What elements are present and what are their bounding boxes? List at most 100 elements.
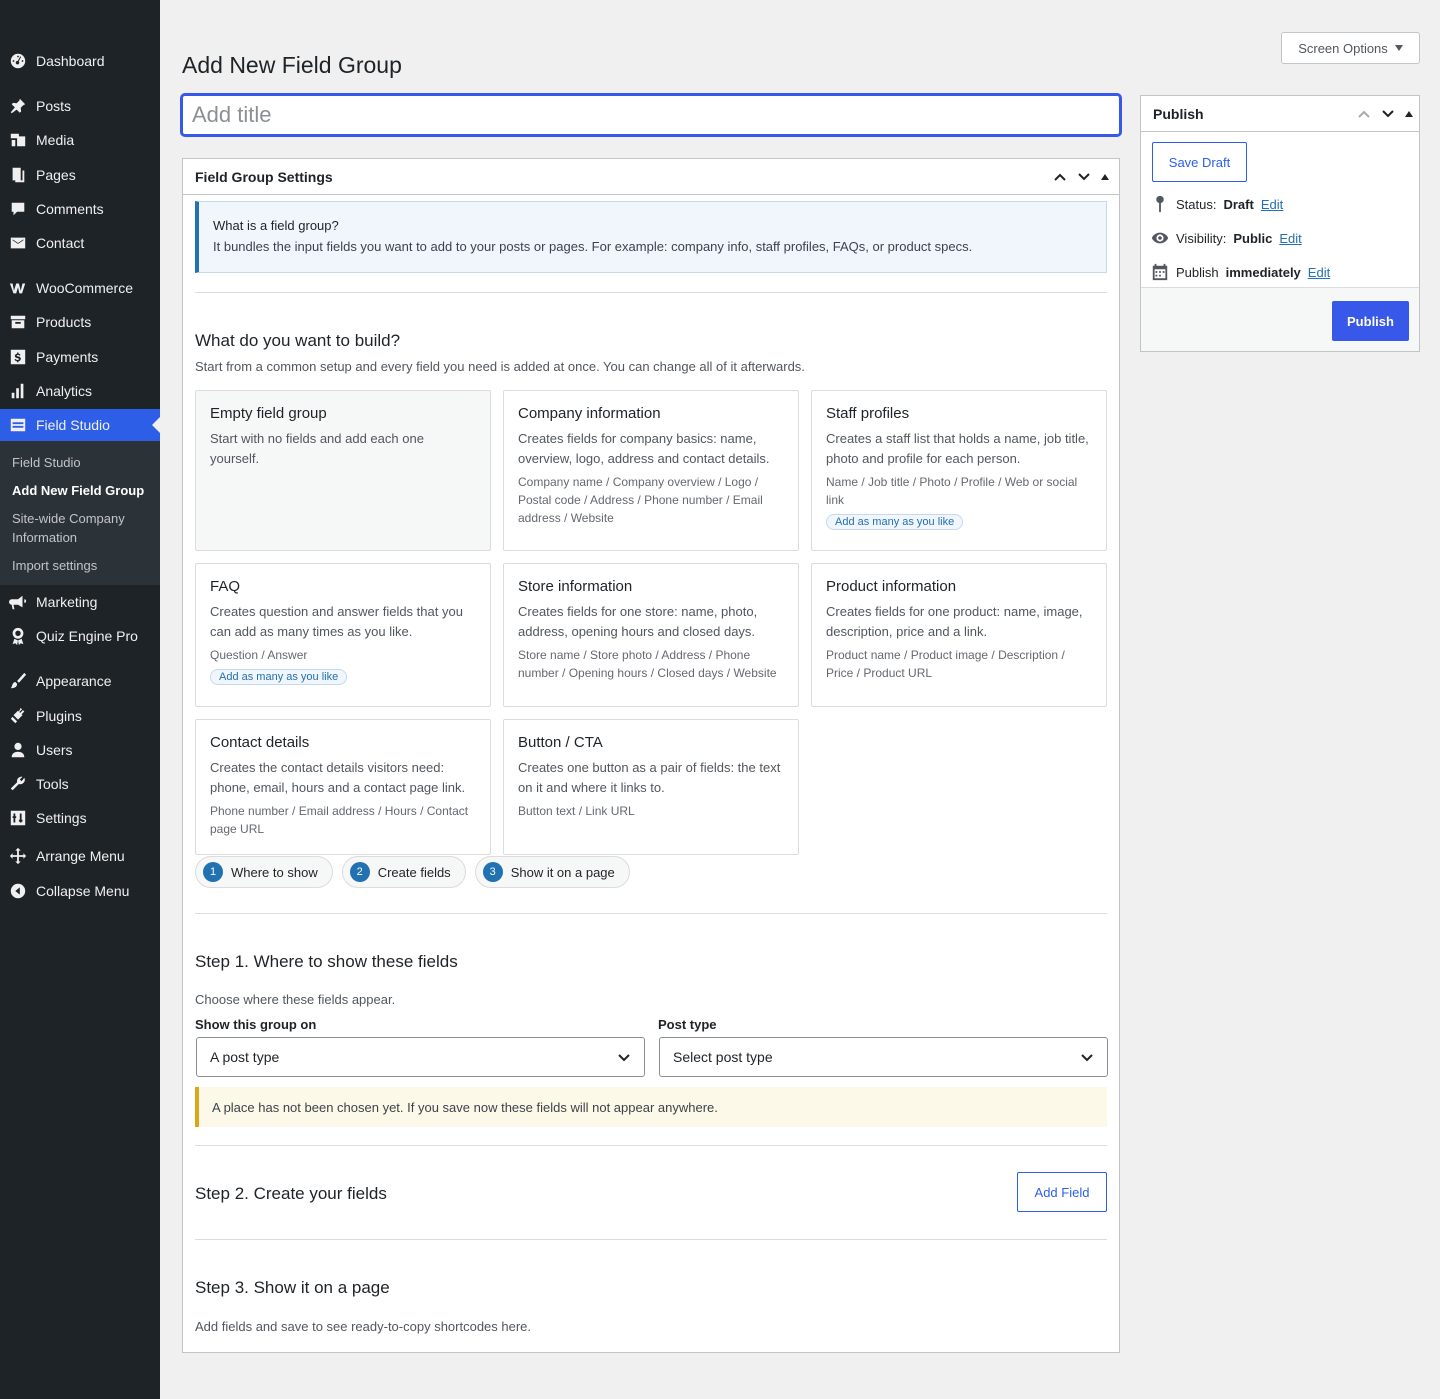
eye-icon	[1151, 232, 1169, 244]
sidebar-item-comments[interactable]: Comments	[0, 194, 160, 224]
chevron-up-icon[interactable]	[1051, 168, 1069, 186]
add-field-button[interactable]: Add Field	[1017, 1172, 1107, 1212]
screen-options-button[interactable]: Screen Options	[1281, 32, 1420, 64]
pin-icon	[0, 96, 36, 116]
publish-button[interactable]: Publish	[1332, 301, 1409, 341]
megaphone-icon	[0, 592, 36, 612]
sidebar-item-pages[interactable]: Pages	[0, 160, 160, 190]
sidebar-item-payments[interactable]: Payments	[0, 342, 160, 372]
move-icon	[0, 846, 36, 866]
submenu-item-import-settings[interactable]: Import settings	[12, 556, 152, 575]
archive-icon	[0, 312, 36, 332]
sidebar-item-quiz-engine-pro[interactable]: Quiz Engine Pro	[0, 621, 160, 651]
chevron-down-icon[interactable]	[1379, 105, 1397, 123]
field-group-settings-box: Field Group Settings What is a field gro…	[182, 158, 1120, 1353]
page-title: Add New Field Group	[182, 52, 402, 78]
repeatable-badge: Add as many as you like	[210, 669, 348, 685]
template-card-product[interactable]: Product information Creates fields for o…	[811, 563, 1107, 707]
toggle-panel-icon[interactable]	[1405, 111, 1413, 117]
visibility-row: Visibility: Public Edit	[1151, 229, 1302, 247]
chevron-up-icon[interactable]	[1355, 105, 1373, 123]
sidebar-item-field-studio[interactable]: Field Studio	[0, 409, 160, 441]
status-row: Status: Draft Edit	[1151, 195, 1283, 213]
collapse-icon	[0, 881, 36, 901]
build-description: Start from a common setup and every fiel…	[195, 359, 805, 374]
wrench-icon	[0, 774, 36, 794]
caret-down-icon	[1394, 45, 1403, 51]
step-pill-3[interactable]: 3 Show it on a page	[474, 856, 630, 888]
sidebar-item-marketing[interactable]: Marketing	[0, 587, 160, 617]
sidebar-item-appearance[interactable]: Appearance	[0, 666, 160, 696]
template-card-button[interactable]: Button / CTA Creates one button as a pai…	[503, 719, 799, 855]
award-icon	[0, 626, 36, 646]
template-card-faq[interactable]: FAQ Creates question and answer fields t…	[195, 563, 491, 707]
step3-description: Add fields and save to see ready-to-copy…	[195, 1319, 532, 1334]
show-group-select[interactable]: A post type	[196, 1037, 645, 1077]
location-warning-notice: A place has not been chosen yet. If you …	[195, 1087, 1107, 1127]
template-card-staff[interactable]: Staff profiles Creates a staff list that…	[811, 390, 1107, 551]
sidebar-item-products[interactable]: Products	[0, 307, 160, 337]
step2-heading: Step 2. Create your fields	[195, 1184, 387, 1203]
edit-status-link[interactable]: Edit	[1261, 197, 1283, 212]
save-draft-button[interactable]: Save Draft	[1152, 142, 1247, 182]
toggle-panel-icon[interactable]	[1101, 174, 1109, 180]
divider	[195, 913, 1107, 914]
build-heading: What do you want to build?	[195, 331, 401, 350]
template-card-empty[interactable]: Empty field group Start with no fields a…	[195, 390, 491, 551]
step1-description: Choose where these fields appear.	[195, 992, 396, 1007]
comment-icon	[0, 199, 36, 219]
template-card-contact[interactable]: Contact details Creates the contact deta…	[195, 719, 491, 855]
media-icon	[0, 130, 36, 150]
bar-chart-icon	[0, 381, 36, 401]
step1-heading: Step 1. Where to show these fields	[195, 952, 458, 971]
show-group-label: Show this group on	[195, 1017, 317, 1032]
sidebar-item-tools[interactable]: Tools	[0, 769, 160, 799]
title-input[interactable]	[181, 94, 1121, 136]
chevron-down-icon[interactable]	[1075, 168, 1093, 186]
sidebar-item-collapse-menu[interactable]: Collapse Menu	[0, 876, 160, 906]
publish-box: Publish Save Draft Status: Draft Edit Visi…	[1140, 95, 1420, 352]
settings-icon	[0, 808, 36, 828]
calendar-icon	[1152, 263, 1168, 281]
dashboard-icon	[0, 51, 36, 71]
brush-icon	[0, 671, 36, 691]
edit-publish-time-link[interactable]: Edit	[1308, 265, 1330, 280]
user-icon	[0, 740, 36, 760]
sidebar-item-woocommerce[interactable]: WooCommerce	[0, 273, 160, 303]
publish-time-row: Publish immediately Edit	[1151, 263, 1330, 281]
sidebar-item-plugins[interactable]: Plugins	[0, 701, 160, 731]
step3-heading: Step 3. Show it on a page	[195, 1278, 390, 1297]
steps-nav: 1 Where to show 2 Create fields 3 Show it o…	[195, 856, 630, 888]
submenu-item-field-studio[interactable]: Field Studio	[12, 453, 152, 472]
chevron-down-icon	[618, 1054, 630, 1062]
sidebar-item-settings[interactable]: Settings	[0, 803, 160, 833]
sidebar-item-media[interactable]: Media	[0, 125, 160, 155]
template-card-store[interactable]: Store information Creates fields for one…	[503, 563, 799, 707]
step-pill-1[interactable]: 1 Where to show	[195, 856, 333, 888]
publish-box-header: Publish	[1141, 96, 1419, 132]
submenu-item-add-new-field-group[interactable]: Add New Field Group	[12, 481, 152, 500]
sidebar-item-posts[interactable]: Posts	[0, 91, 160, 121]
post-type-label: Post type	[658, 1017, 717, 1032]
field-studio-submenu: Field Studio Add New Field Group Site-wi…	[0, 441, 160, 585]
edit-visibility-link[interactable]: Edit	[1279, 231, 1301, 246]
page-icon	[0, 165, 36, 185]
submenu-item-company-information[interactable]: Site-wide Company Information	[12, 509, 152, 547]
repeatable-badge: Add as many as you like	[826, 514, 964, 530]
sidebar-item-dashboard[interactable]: Dashboard	[0, 46, 160, 76]
post-type-select[interactable]: Select post type	[659, 1037, 1108, 1077]
dollar-icon	[0, 347, 36, 367]
woo-icon	[0, 278, 36, 298]
sidebar-item-users[interactable]: Users	[0, 735, 160, 765]
divider	[195, 1145, 1107, 1146]
sidebar-item-arrange-menu[interactable]: Arrange Menu	[0, 841, 160, 871]
sidebar-item-contact[interactable]: Contact	[0, 228, 160, 258]
divider	[195, 292, 1107, 293]
sidebar-item-analytics[interactable]: Analytics	[0, 376, 160, 406]
step-pill-2[interactable]: 2 Create fields	[341, 856, 466, 888]
template-card-company[interactable]: Company information Creates fields for c…	[503, 390, 799, 551]
chevron-down-icon	[1081, 1054, 1093, 1062]
envelope-icon	[0, 233, 36, 253]
info-notice: What is a field group? It bundles the in…	[195, 201, 1107, 273]
plug-icon	[0, 706, 36, 726]
